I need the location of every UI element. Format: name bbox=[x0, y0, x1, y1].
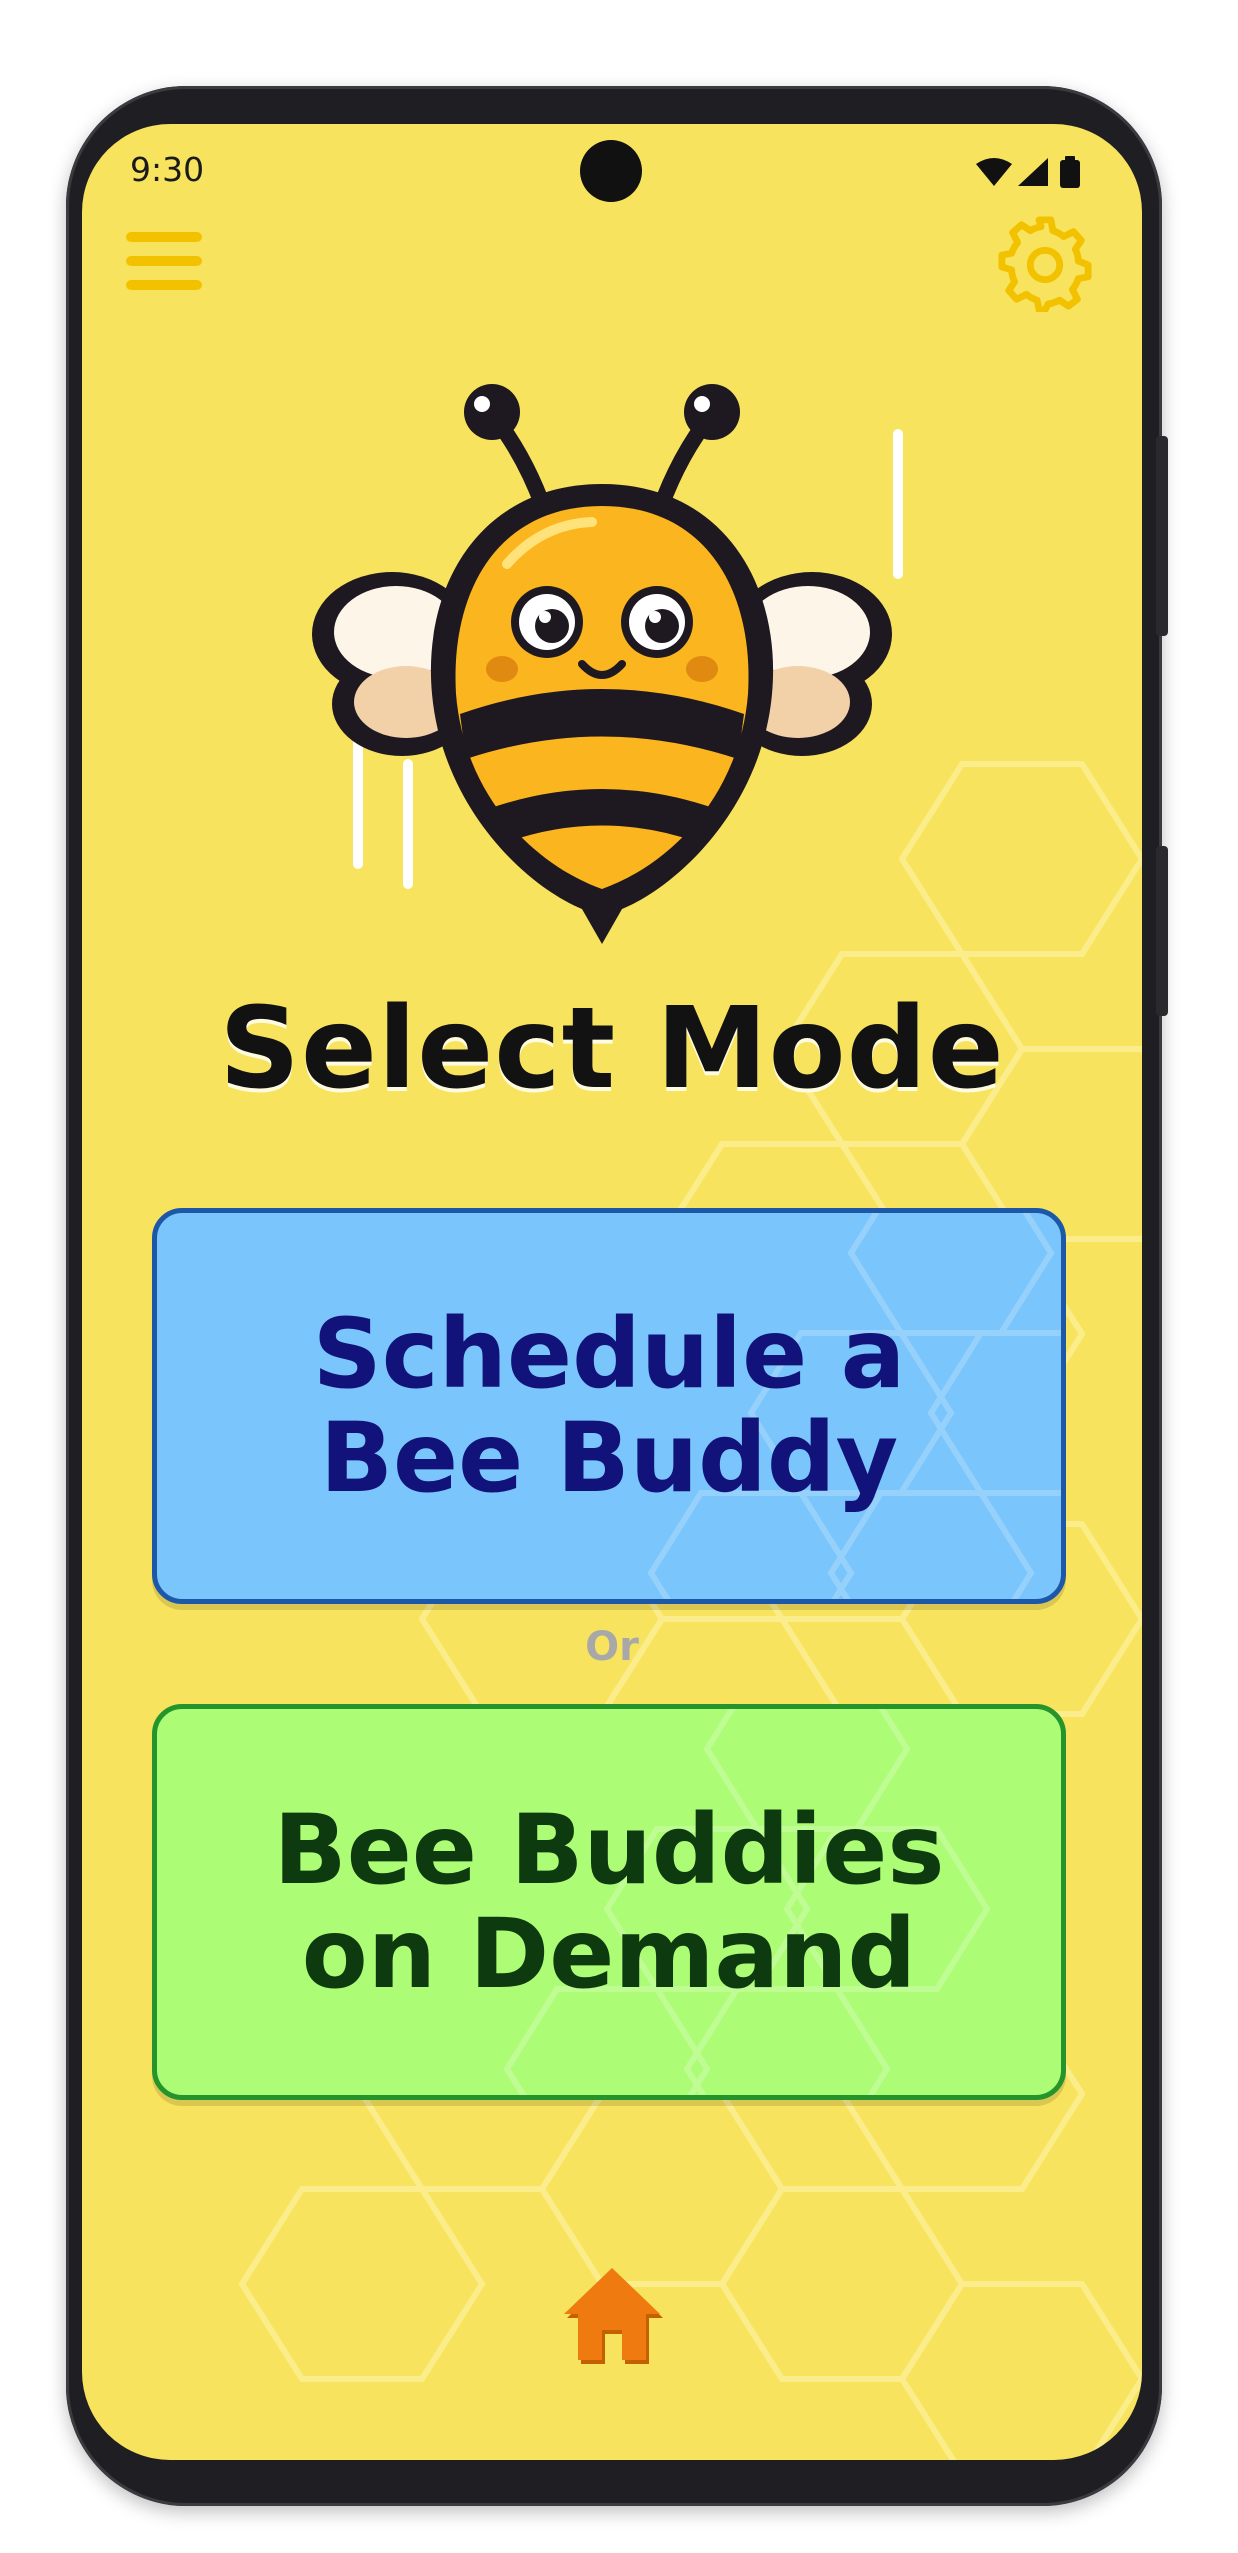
hamburger-menu-icon bbox=[126, 232, 202, 290]
power-button bbox=[1156, 846, 1168, 1016]
bee-buddies-on-demand-button[interactable]: Bee Buddies on Demand bbox=[152, 1704, 1066, 2100]
bee-buddies-on-demand-label: Bee Buddies on Demand bbox=[273, 1794, 945, 2010]
front-camera bbox=[580, 140, 642, 202]
schedule-bee-buddy-label: Schedule a Bee Buddy bbox=[312, 1298, 906, 1514]
home-icon bbox=[564, 2268, 663, 2364]
settings-button[interactable] bbox=[996, 214, 1094, 314]
gear-icon bbox=[998, 216, 1092, 314]
volume-button bbox=[1156, 436, 1168, 636]
status-icons bbox=[976, 156, 1080, 188]
or-separator: Or bbox=[585, 1624, 639, 1670]
schedule-bee-buddy-button[interactable]: Schedule a Bee Buddy bbox=[152, 1208, 1066, 1604]
home-button[interactable] bbox=[560, 2262, 664, 2366]
battery-icon bbox=[1060, 156, 1080, 188]
page-title: Select Mode bbox=[219, 984, 1005, 1114]
bee-mascot bbox=[312, 384, 903, 944]
app-screen: 9:30 Select Mode Schedule a Bee Buddy Or… bbox=[82, 124, 1142, 2460]
wifi-icon bbox=[976, 158, 1012, 186]
signal-icon bbox=[1018, 158, 1048, 186]
status-time: 9:30 bbox=[130, 150, 205, 189]
menu-button[interactable] bbox=[124, 228, 204, 294]
